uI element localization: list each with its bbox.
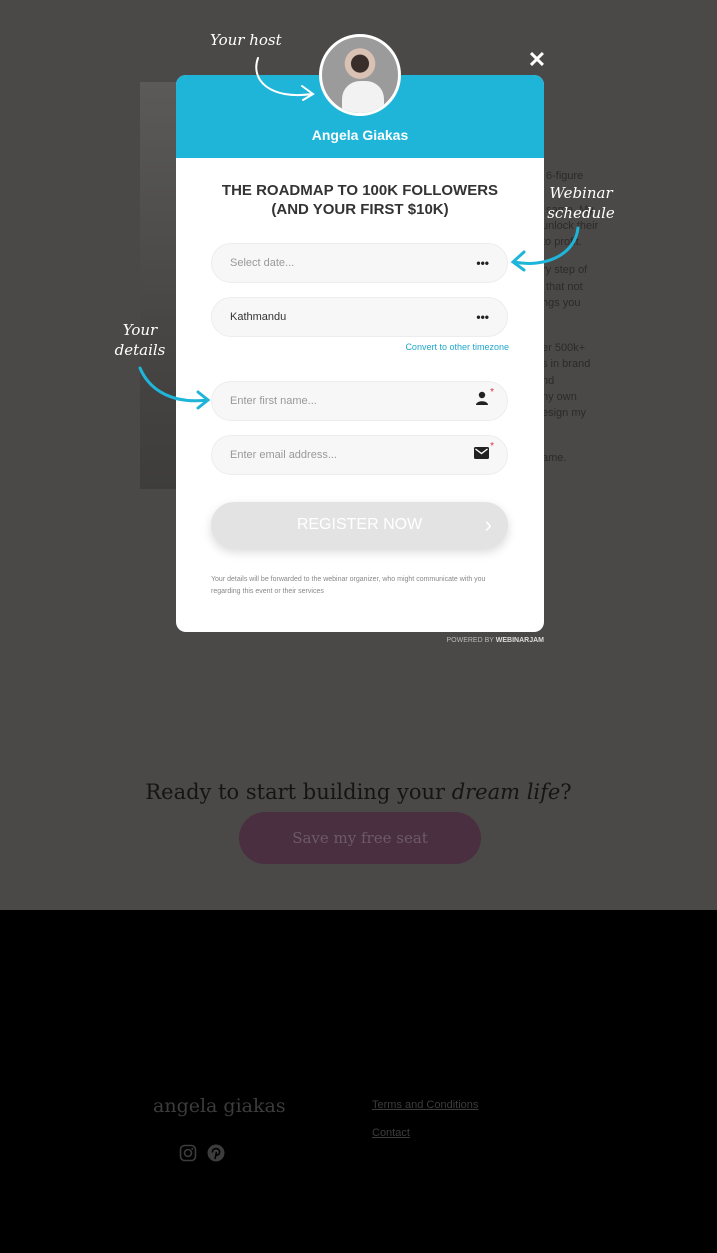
terms-link[interactable]: Terms and Conditions [372, 1099, 478, 1111]
contact-link[interactable]: Contact [372, 1127, 410, 1139]
schedule-arrow [510, 226, 580, 272]
save-seat-button[interactable]: Save my free seat [239, 812, 481, 864]
details-arrow [138, 366, 211, 410]
instagram-icon[interactable] [179, 1144, 197, 1162]
chevron-right-icon: › [484, 512, 492, 537]
footer [0, 910, 717, 1253]
annotation-arrows [138, 57, 580, 410]
register-now-button[interactable]: REGISTER NOW › [211, 502, 508, 548]
powered-by[interactable]: POWERED BY WEBINARJAM [400, 637, 544, 644]
email-input[interactable]: Enter email address... * [211, 435, 508, 475]
footer-logo: angela giakas [153, 1095, 286, 1117]
host-arrow [255, 57, 315, 101]
cta-heading: Ready to start building your dream life? [145, 780, 572, 804]
required-mark: * [490, 441, 494, 452]
mail-icon [474, 436, 489, 474]
disclaimer-text: Your details will be forwarded to the we… [211, 576, 486, 595]
pinterest-icon[interactable] [207, 1144, 225, 1162]
